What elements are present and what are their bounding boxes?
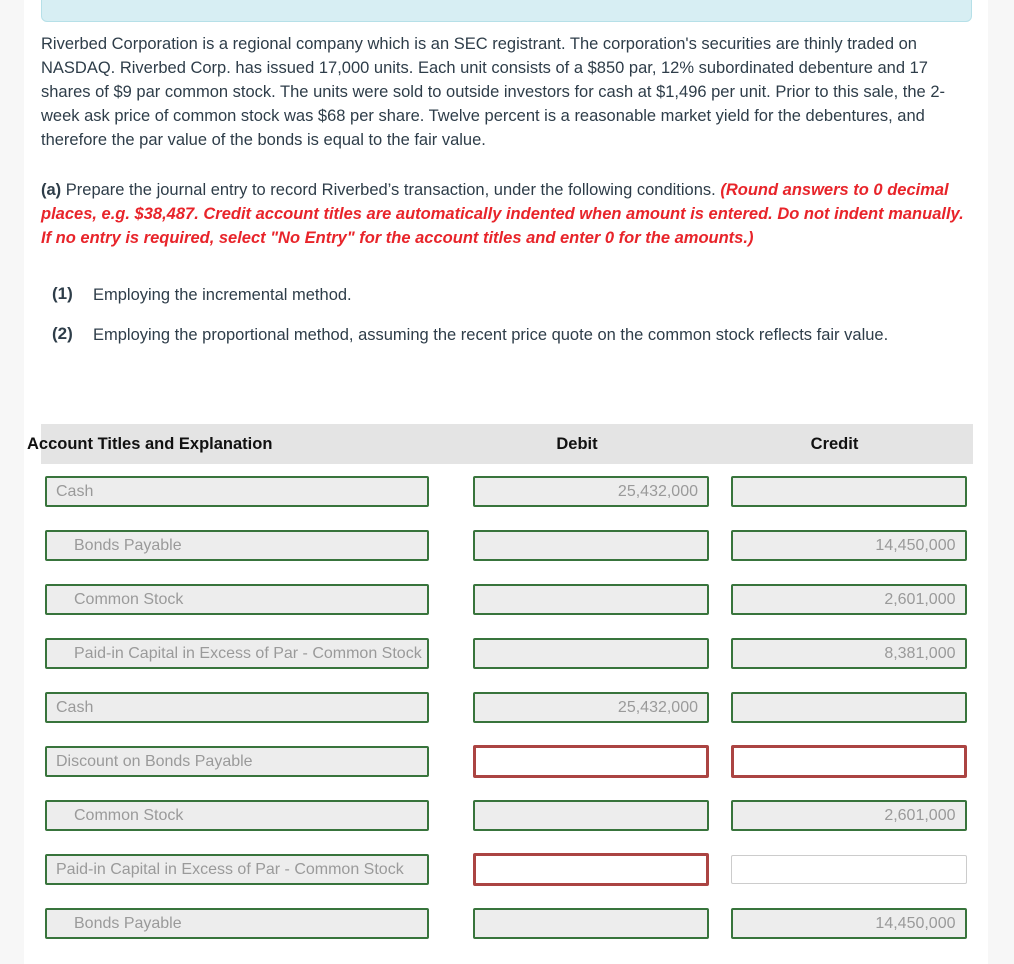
sub-question-list: (1) Employing the incremental method. (2… — [41, 284, 972, 346]
question-label: (a) — [41, 181, 62, 199]
question-text: Prepare the journal entry to record Rive… — [65, 181, 716, 199]
debit-amount-input[interactable]: 25,432,000 — [473, 691, 709, 723]
column-header-account-titles: Account Titles and Explanation — [27, 434, 273, 453]
sub-question-text: Employing the incremental method. — [93, 286, 352, 304]
journal-row: Common Stock 2,601,000 — [41, 788, 973, 842]
credit-cell: 8,381,000 — [724, 637, 973, 669]
debit-cell — [458, 637, 724, 669]
account-cell: Paid-in Capital in Excess of Par - Commo… — [41, 637, 458, 669]
debit-cell — [458, 799, 724, 831]
account-title-input[interactable]: Bonds Payable — [45, 907, 429, 939]
journal-row: Bonds Payable 14,450,000 — [41, 518, 973, 572]
account-title-input[interactable]: Paid-in Capital in Excess of Par - Commo… — [45, 637, 429, 669]
account-cell: Paid-in Capital in Excess of Par - Commo… — [41, 853, 458, 885]
journal-row: Paid-in Capital in Excess of Par - Commo… — [41, 626, 973, 680]
debit-amount-input[interactable] — [473, 583, 709, 615]
page-sheet: Riverbed Corporation is a regional compa… — [24, 0, 988, 964]
debit-cell — [458, 529, 724, 561]
debit-amount-input[interactable] — [473, 529, 709, 561]
sub-question-item: (1) Employing the incremental method. — [41, 284, 972, 306]
credit-cell — [724, 744, 973, 778]
credit-cell: 2,601,000 — [724, 583, 973, 615]
account-cell: Common Stock — [41, 799, 458, 831]
debit-amount-input[interactable]: 25,432,000 — [473, 475, 709, 507]
sub-question-number: (2) — [52, 324, 73, 343]
credit-cell: 14,450,000 — [724, 907, 973, 939]
debit-amount-input[interactable] — [473, 799, 709, 831]
credit-cell: 14,450,000 — [724, 529, 973, 561]
credit-amount-input[interactable] — [730, 744, 967, 778]
credit-amount-input[interactable]: 14,450,000 — [730, 529, 967, 561]
debit-amount-input[interactable] — [473, 637, 709, 669]
credit-cell — [724, 854, 973, 884]
journal-entry-table: Account Titles and Explanation Debit Cre… — [27, 424, 973, 950]
sub-question-item: (2) Employing the proportional method, a… — [41, 324, 972, 346]
journal-row: Paid-in Capital in Excess of Par - Commo… — [41, 842, 973, 896]
credit-amount-input[interactable]: 2,601,000 — [730, 583, 967, 615]
account-title-input[interactable]: Paid-in Capital in Excess of Par - Commo… — [45, 853, 429, 885]
credit-cell — [724, 475, 973, 507]
debit-amount-input[interactable] — [473, 907, 709, 939]
account-title-input[interactable]: Common Stock — [45, 583, 429, 615]
credit-amount-input[interactable] — [730, 854, 967, 884]
journal-row: Discount on Bonds Payable — [41, 734, 973, 788]
debit-amount-input[interactable] — [473, 852, 709, 886]
account-cell: Cash — [41, 475, 458, 507]
account-title-input[interactable]: Bonds Payable — [45, 529, 429, 561]
account-cell: Bonds Payable — [41, 529, 458, 561]
problem-statement-paragraph: Riverbed Corporation is a regional compa… — [41, 35, 945, 149]
debit-amount-input[interactable] — [473, 744, 709, 778]
journal-table-header-row: Account Titles and Explanation Debit Cre… — [27, 424, 973, 464]
credit-amount-input[interactable] — [730, 691, 967, 723]
sub-question-text: Employing the proportional method, assum… — [93, 326, 889, 344]
account-title-input[interactable]: Common Stock — [45, 799, 429, 831]
credit-amount-input[interactable]: 2,601,000 — [730, 799, 967, 831]
credit-amount-input[interactable] — [730, 475, 967, 507]
debit-cell: 25,432,000 — [458, 691, 724, 723]
journal-row: Common Stock 2,601,000 — [41, 572, 973, 626]
journal-row: Bonds Payable 14,450,000 — [41, 896, 973, 950]
problem-body: Riverbed Corporation is a regional compa… — [41, 32, 972, 364]
account-title-input[interactable]: Cash — [45, 691, 429, 723]
credit-amount-input[interactable]: 14,450,000 — [730, 907, 967, 939]
account-cell: Bonds Payable — [41, 907, 458, 939]
journal-row: Cash 25,432,000 — [41, 680, 973, 734]
journal-rows-container: Cash 25,432,000 Bonds Payable 14,450,000 Com… — [41, 464, 973, 950]
account-title-input[interactable]: Cash — [45, 475, 429, 507]
journal-row: Cash 25,432,000 — [41, 464, 973, 518]
debit-cell — [458, 852, 724, 886]
account-cell: Cash — [41, 691, 458, 723]
column-header-credit: Credit — [810, 434, 859, 453]
debit-cell — [458, 583, 724, 615]
info-banner — [41, 0, 972, 22]
debit-cell — [458, 907, 724, 939]
question-block: (a) Prepare the journal entry to record … — [41, 178, 972, 250]
debit-cell: 25,432,000 — [458, 475, 724, 507]
credit-cell: 2,601,000 — [724, 799, 973, 831]
credit-cell — [724, 691, 973, 723]
account-title-input[interactable]: Discount on Bonds Payable — [45, 745, 429, 777]
column-header-debit: Debit — [556, 434, 598, 453]
account-cell: Common Stock — [41, 583, 458, 615]
debit-cell — [458, 744, 724, 778]
account-cell: Discount on Bonds Payable — [41, 745, 458, 777]
sub-question-number: (1) — [52, 284, 73, 303]
credit-amount-input[interactable]: 8,381,000 — [730, 637, 967, 669]
